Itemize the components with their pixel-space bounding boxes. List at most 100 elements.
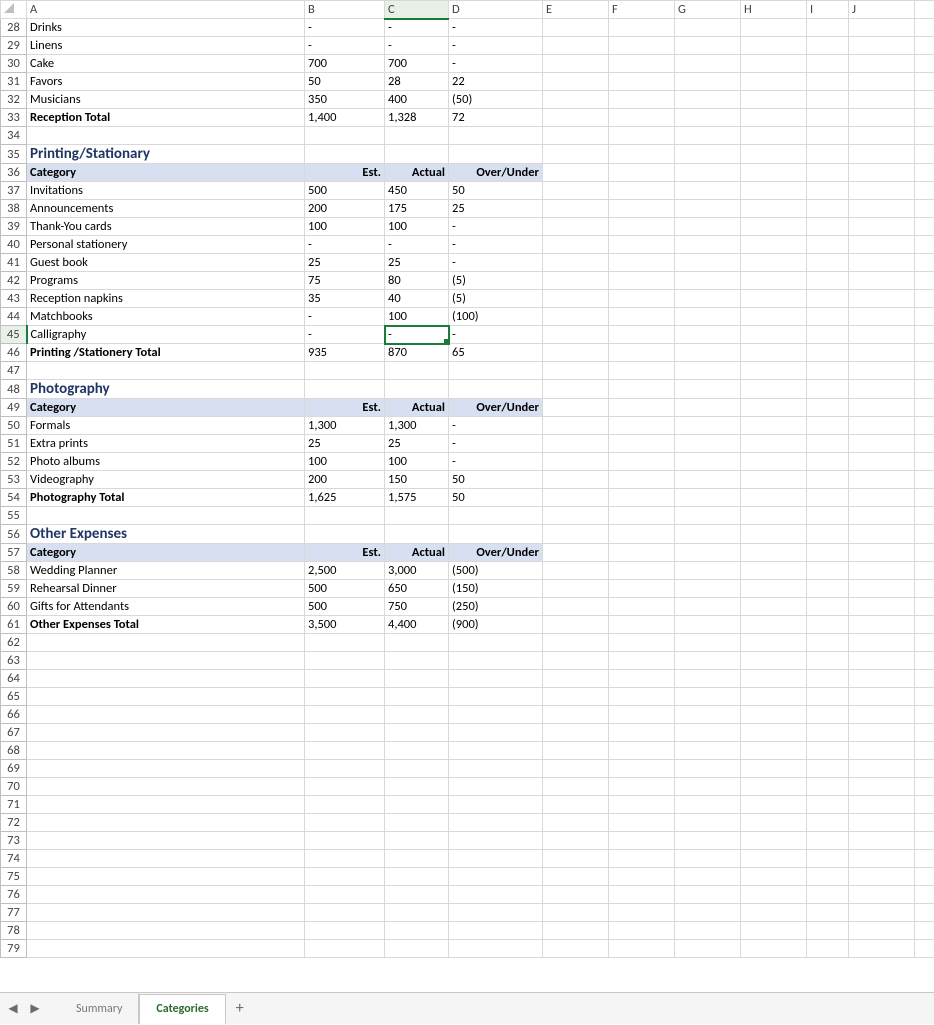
cell-B43[interactable]: 35 — [305, 290, 385, 308]
row-header-71[interactable]: 71 — [1, 796, 27, 814]
row-header-73[interactable]: 73 — [1, 832, 27, 850]
cell-I78[interactable] — [807, 922, 849, 940]
cell-A44[interactable]: Matchbooks — [27, 308, 305, 326]
cell-B31[interactable]: 50 — [305, 73, 385, 91]
cell-B67[interactable] — [305, 724, 385, 742]
cell-B34[interactable] — [305, 127, 385, 145]
cell-J69[interactable] — [849, 760, 915, 778]
cell-D73[interactable] — [449, 832, 543, 850]
cell-F30[interactable] — [609, 55, 675, 73]
cell-H56[interactable] — [741, 525, 807, 544]
row-header-37[interactable]: 37 — [1, 182, 27, 200]
cell-G36[interactable] — [675, 164, 741, 182]
cell-A34[interactable] — [27, 127, 305, 145]
cell-72[interactable] — [915, 814, 934, 832]
cell-D50[interactable]: - — [449, 417, 543, 435]
cell-J62[interactable] — [849, 634, 915, 652]
cell-B74[interactable] — [305, 850, 385, 868]
cell-D71[interactable] — [449, 796, 543, 814]
cell-A50[interactable]: Formals — [27, 417, 305, 435]
cell-H45[interactable] — [741, 326, 807, 344]
cell-D37[interactable]: 50 — [449, 182, 543, 200]
cell-I63[interactable] — [807, 652, 849, 670]
row-header-32[interactable]: 32 — [1, 91, 27, 109]
cell-F53[interactable] — [609, 471, 675, 489]
cell-E33[interactable] — [543, 109, 609, 127]
cell-68[interactable] — [915, 742, 934, 760]
cell-A66[interactable] — [27, 706, 305, 724]
cell-F51[interactable] — [609, 435, 675, 453]
cell-J47[interactable] — [849, 362, 915, 380]
cell-C42[interactable]: 80 — [385, 272, 449, 290]
cell-J55[interactable] — [849, 507, 915, 525]
cell-F35[interactable] — [609, 145, 675, 164]
cell-I46[interactable] — [807, 344, 849, 362]
row-header-31[interactable]: 31 — [1, 73, 27, 91]
cell-B44[interactable]: - — [305, 308, 385, 326]
cell-C71[interactable] — [385, 796, 449, 814]
cell-G54[interactable] — [675, 489, 741, 507]
cell-I55[interactable] — [807, 507, 849, 525]
cell-H39[interactable] — [741, 218, 807, 236]
cell-C28[interactable]: - — [385, 19, 449, 37]
cell-A36[interactable]: Category — [27, 164, 305, 182]
cell-F38[interactable] — [609, 200, 675, 218]
cell-C43[interactable]: 40 — [385, 290, 449, 308]
cell-C77[interactable] — [385, 904, 449, 922]
cell-C44[interactable]: 100 — [385, 308, 449, 326]
cell-F70[interactable] — [609, 778, 675, 796]
cell-D72[interactable] — [449, 814, 543, 832]
cell-G77[interactable] — [675, 904, 741, 922]
cell-G46[interactable] — [675, 344, 741, 362]
cell-E38[interactable] — [543, 200, 609, 218]
cell-A35[interactable]: Printing/Stationary — [27, 145, 305, 164]
cell-H73[interactable] — [741, 832, 807, 850]
cell-D56[interactable] — [449, 525, 543, 544]
cell-C50[interactable]: 1,300 — [385, 417, 449, 435]
cell-D30[interactable]: - — [449, 55, 543, 73]
cell-G34[interactable] — [675, 127, 741, 145]
cell-49[interactable] — [915, 399, 934, 417]
cell-J52[interactable] — [849, 453, 915, 471]
select-all-corner[interactable] — [1, 1, 27, 19]
cell-E46[interactable] — [543, 344, 609, 362]
cell-F42[interactable] — [609, 272, 675, 290]
cell-A57[interactable]: Category — [27, 544, 305, 562]
cell-D31[interactable]: 22 — [449, 73, 543, 91]
cell-F64[interactable] — [609, 670, 675, 688]
cell-H34[interactable] — [741, 127, 807, 145]
row-header-45[interactable]: 45 — [1, 326, 27, 344]
cell-J63[interactable] — [849, 652, 915, 670]
row-header-33[interactable]: 33 — [1, 109, 27, 127]
cell-A45[interactable]: Calligraphy — [27, 326, 305, 344]
cell-G37[interactable] — [675, 182, 741, 200]
cell-D79[interactable] — [449, 940, 543, 958]
cell-F72[interactable] — [609, 814, 675, 832]
cell-A76[interactable] — [27, 886, 305, 904]
cell-G61[interactable] — [675, 616, 741, 634]
cell-D63[interactable] — [449, 652, 543, 670]
cell-J73[interactable] — [849, 832, 915, 850]
cell-J42[interactable] — [849, 272, 915, 290]
cell-C40[interactable]: - — [385, 236, 449, 254]
cell-D69[interactable] — [449, 760, 543, 778]
cell-J51[interactable] — [849, 435, 915, 453]
row-header-46[interactable]: 46 — [1, 344, 27, 362]
cell-A33[interactable]: Reception Total — [27, 109, 305, 127]
cell-E71[interactable] — [543, 796, 609, 814]
cell-I45[interactable] — [807, 326, 849, 344]
cell-E42[interactable] — [543, 272, 609, 290]
row-header-54[interactable]: 54 — [1, 489, 27, 507]
cell-I44[interactable] — [807, 308, 849, 326]
row-header-74[interactable]: 74 — [1, 850, 27, 868]
cell-C45[interactable]: - — [385, 326, 449, 344]
cell-C70[interactable] — [385, 778, 449, 796]
cell-E63[interactable] — [543, 652, 609, 670]
cell-F44[interactable] — [609, 308, 675, 326]
cell-A53[interactable]: Videography — [27, 471, 305, 489]
cell-D47[interactable] — [449, 362, 543, 380]
cell-64[interactable] — [915, 670, 934, 688]
cell-54[interactable] — [915, 489, 934, 507]
cell-58[interactable] — [915, 562, 934, 580]
spreadsheet-grid[interactable]: ABCDEFGHIJ 28Drinks---29Linens---30Cake7… — [0, 0, 934, 992]
